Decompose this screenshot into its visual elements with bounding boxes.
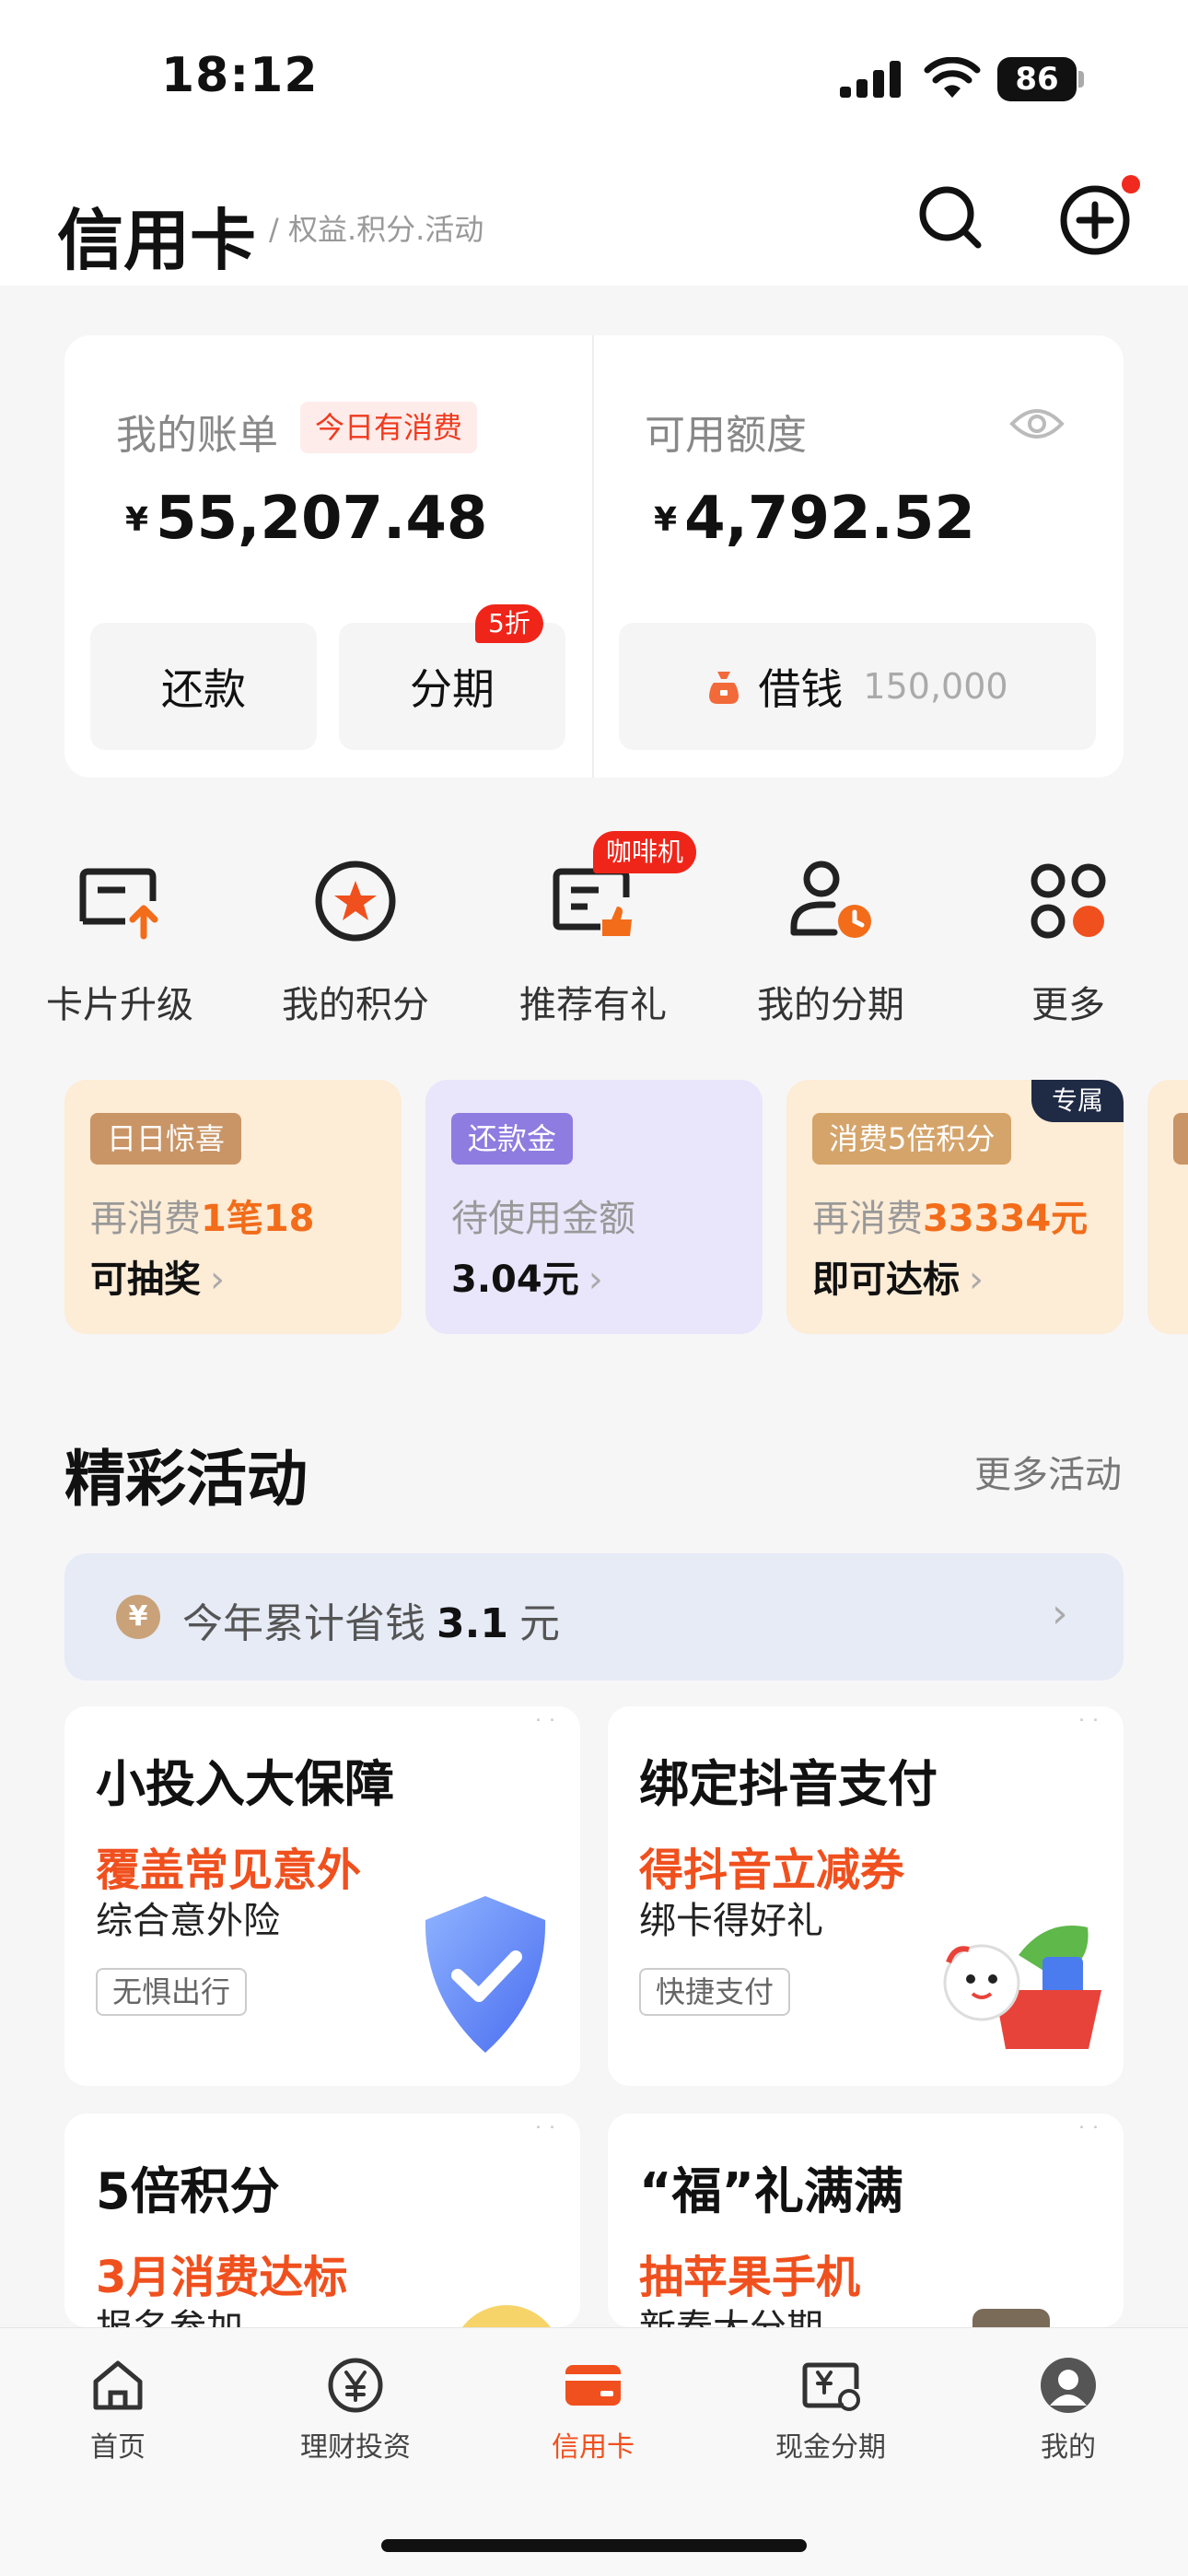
activity-desc: 报名参加	[96, 2298, 243, 2327]
eye-icon[interactable]	[1009, 404, 1065, 444]
wifi-icon	[924, 57, 981, 98]
status-time: 18:12	[161, 48, 319, 103]
cash-card-icon	[802, 2362, 860, 2411]
activity-badge: 无惧出行	[96, 1968, 248, 2016]
status-bar: 18:12 86	[0, 0, 1188, 157]
notification-dot	[1122, 175, 1140, 193]
tab-label: 理财投资	[300, 2431, 411, 2464]
activity-card-insurance[interactable]: ˙˙ 小投入大保障 覆盖常见意外 综合意外险 无惧出行	[64, 1706, 580, 2086]
mascot-shopping-cart-icon	[943, 1926, 1101, 2049]
promo-next-peek[interactable]	[1147, 1080, 1188, 1334]
installment-button[interactable]: 分期	[339, 623, 565, 750]
quick-label: 我的分期	[757, 984, 904, 1026]
tab-wealth[interactable]: 理财投资	[263, 2356, 448, 2465]
credit-amount: ¥4,792.52	[654, 485, 975, 553]
quick-label: 我的积分	[282, 984, 429, 1026]
available-credit-label: 可用额度	[645, 412, 807, 459]
home-icon	[93, 2360, 143, 2410]
activity-desc: 综合意外险	[96, 1900, 280, 1942]
yuan-circle-icon	[328, 2358, 383, 2413]
quick-label: 卡片升级	[46, 984, 193, 1026]
yuan-coin-icon: ¥	[116, 1595, 160, 1639]
installment-user-icon	[790, 861, 871, 938]
activity-title: 绑定抖音支付	[639, 1755, 938, 1813]
tab-label: 信用卡	[552, 2431, 635, 2464]
add-circle-icon[interactable]	[1059, 184, 1131, 256]
promo-repay-gold[interactable]: 还款金 待使用金额 3.04元 ›	[425, 1080, 763, 1334]
bill-card: 我的账单 今日有消费 ¥55,207.48 可用额度 ¥4,792.52 还款 …	[64, 335, 1124, 778]
card-upgrade-icon	[79, 868, 158, 940]
tab-mine[interactable]: 我的	[976, 2356, 1160, 2465]
search-icon[interactable]	[917, 184, 984, 251]
quick-label: 更多	[1031, 984, 1105, 1026]
activity-title: 5倍积分	[96, 2162, 280, 2220]
promo-line3: 3.04元 ›	[451, 1259, 603, 1301]
tab-label: 首页	[90, 2431, 146, 2464]
points-star-icon	[315, 861, 396, 942]
borrow-amount: 150,000	[863, 666, 1008, 707]
exclusive-tag: 专属	[1031, 1080, 1124, 1122]
activities-title: 精彩活动	[64, 1444, 308, 1515]
my-bill-label[interactable]: 我的账单	[116, 402, 278, 461]
activity-desc: 新春大分期	[639, 2298, 823, 2327]
promo-line2: 待使用金额	[451, 1198, 635, 1240]
quick-more[interactable]: 更多	[967, 855, 1170, 1026]
coffee-machine-tag: 咖啡机	[593, 831, 697, 873]
activity-card-fu-gift[interactable]: ˙˙ “福”礼满满 抽苹果手机 新春大分期	[608, 2113, 1124, 2327]
activity-badge: 快捷支付	[639, 1968, 791, 2016]
tab-credit-card[interactable]: 信用卡	[501, 2356, 685, 2465]
tab-label: 我的	[1041, 2431, 1096, 2464]
money-bag-icon	[709, 672, 740, 704]
activity-highlight: 得抖音立减券	[639, 1844, 905, 1896]
avatar-icon	[1041, 2358, 1096, 2413]
tab-cash-installment[interactable]: 现金分期	[739, 2356, 923, 2465]
page-title: 信用卡	[57, 202, 257, 279]
promo-daily-surprise[interactable]: 日日惊喜 再消费1笔18 可抽奖 ›	[64, 1080, 402, 1334]
quick-my-installment[interactable]: 我的分期	[729, 855, 932, 1026]
activity-title: “福”礼满满	[639, 2162, 903, 2220]
cellular-signal-icon	[840, 61, 901, 98]
home-indicator[interactable]	[381, 2539, 807, 2552]
today-spending-tag: 今日有消费	[300, 402, 478, 453]
activity-card-douyin-pay[interactable]: ˙˙ 绑定抖音支付 得抖音立减券 绑卡得好礼 快捷支付	[608, 1706, 1124, 2086]
quick-card-upgrade[interactable]: 卡片升级	[18, 855, 221, 1026]
bill-amount[interactable]: ¥55,207.48	[125, 485, 487, 553]
promo-line2: 再消费1笔18	[90, 1198, 315, 1240]
tab-home[interactable]: 首页	[26, 2356, 210, 2465]
promo-tag: 还款金	[451, 1113, 574, 1165]
savings-text: 今年累计省钱 3.1 元	[182, 1600, 560, 1647]
battery-level: 86	[997, 57, 1077, 101]
promo-line3: 即可达标 ›	[812, 1259, 984, 1301]
activity-card-5x-points[interactable]: ˙˙ 5倍积分 3月消费达标 报名参加	[64, 2113, 580, 2327]
page-subtitle: / 权益.积分.活动	[269, 212, 484, 247]
page-header: 信用卡 / 权益.积分.活动	[0, 157, 1188, 286]
activity-title: 小投入大保障	[96, 1755, 394, 1813]
more-activities-link[interactable]: 更多活动	[974, 1445, 1122, 1498]
quick-label: 推荐有礼	[519, 984, 667, 1026]
gold-coin-icon	[451, 2305, 562, 2327]
repay-button[interactable]: 还款	[90, 623, 317, 750]
credit-card-icon	[565, 2365, 621, 2406]
more-grid-icon	[1031, 863, 1106, 939]
quick-referral[interactable]: 推荐有礼	[492, 855, 694, 1026]
tab-label: 现金分期	[775, 2431, 886, 2464]
quick-my-points[interactable]: 我的积分	[254, 855, 457, 1026]
discount-tag: 5折	[475, 604, 543, 643]
chevron-right-icon: ›	[1052, 1590, 1068, 1637]
promo-line2: 再消费33334元	[812, 1198, 1089, 1240]
battery-icon: 86	[997, 57, 1085, 101]
promo-5x-points[interactable]: 消费5倍积分 专属 再消费33334元 即可达标 ›	[786, 1080, 1124, 1334]
promo-tag: 消费5倍积分	[812, 1113, 1012, 1165]
borrow-button[interactable]: 借钱 150,000	[619, 623, 1096, 750]
yearly-savings-bar[interactable]: ¥ 今年累计省钱 3.1 元 ›	[64, 1553, 1124, 1680]
promo-tag: 日日惊喜	[90, 1113, 242, 1165]
activity-desc: 绑卡得好礼	[639, 1900, 823, 1942]
activity-highlight: 抽苹果手机	[639, 2252, 861, 2303]
phone-icon	[973, 2309, 1050, 2327]
activity-highlight: 3月消费达标	[96, 2252, 348, 2303]
borrow-label: 借钱	[758, 664, 844, 714]
shield-check-icon	[425, 1896, 546, 2053]
promo-line3: 可抽奖 ›	[90, 1259, 225, 1301]
activity-highlight: 覆盖常见意外	[96, 1844, 362, 1896]
